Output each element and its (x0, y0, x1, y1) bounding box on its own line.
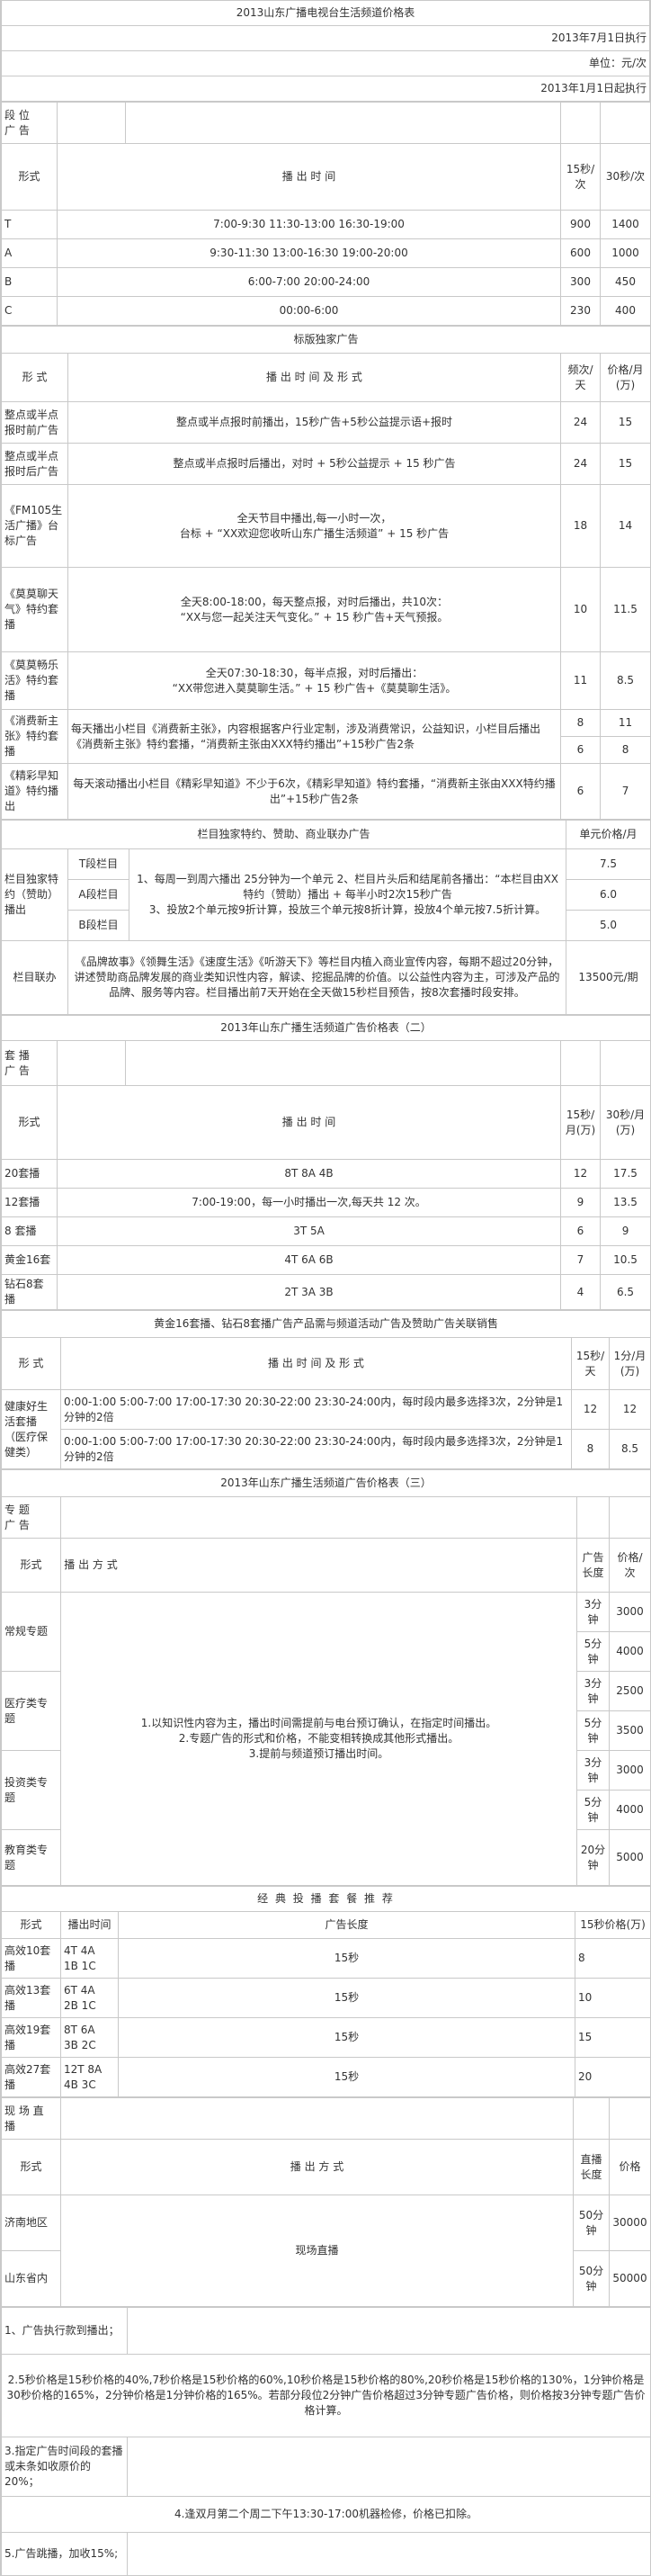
table-row: T 7:00-9:30 11:30-13:00 16:30-19:00 900 … (1, 210, 651, 239)
col-header-time: 播 出 时 间 及 形 式 (67, 353, 561, 402)
section-title-linked-sales: 黄金16套播、钻石8套播广告产品需与频道活动广告及赞助广告关联销售 (0, 1310, 651, 1338)
price-document: 2013山东广播电视台生活频道价格表 2013年7月1日执行 单位：元/次 20… (0, 0, 651, 2576)
special-topic-table: 2013年山东广播生活频道广告价格表（三） 专 题 广 告 形式 播 出 方 式… (0, 1469, 651, 1886)
col-header-30s-month: 30秒/月(万) (599, 1085, 651, 1160)
classic-package-table: 经 典 投 播 套 餐 推 荐 形式 播出时间 广告长度 15秒价格(万) 高效… (0, 1886, 651, 2097)
topic-corner-header: 专 题 广 告 (1, 1496, 61, 1539)
col-header-time: 播 出 时 间 (57, 1085, 561, 1160)
section-title-exclusive: 标版独家广告 (0, 326, 651, 354)
table-row: A 9:30-11:30 13:00-16:30 19:00-20:00 600… (1, 238, 651, 268)
table-row: 《FM105生活广播》台标广告 全天节目中播出,每一小时一次， 台标 + “XX… (1, 484, 651, 568)
col-header-price: 价格 (609, 2139, 651, 2195)
table-row: 钻石8套播 2T 3A 3B 4 6.5 (1, 1274, 651, 1310)
start-date: 2013年1月1日起执行 (1, 76, 650, 102)
sponsorship-table: 栏目独家特约、赞助、商业联办广告 单元价格/月 栏目独家特约（赞助）播出 T段栏… (0, 820, 651, 1015)
col-header-price: 价格/月(万) (599, 353, 651, 402)
package-price-table: 2013年山东广播生活频道广告价格表（二） 套 播 广 告 形式 播 出 时 间… (0, 1015, 651, 1310)
col-header-freq: 频次/天 (560, 353, 601, 402)
table-row: 《莫莫聊天气》特约套播 全天8:00-18:00，每天整点报，对时后播出，共10… (1, 567, 651, 652)
table-row: 高效10套播 4T 4A 1B 1C 15秒 8 (1, 1938, 651, 1979)
col-header-form: 形式 (1, 1085, 58, 1160)
live-broadcast-table: 现 场 直 播 形式 播 出 方 式 直播长度 价格 济南地区 现场直播 50分… (1, 2097, 651, 2307)
table-row: 0:00-1:00 5:00-7:00 17:00-17:30 20:30-22… (2, 1429, 651, 1469)
table-row: B 6:00-7:00 20:00-24:00 300 450 (1, 267, 651, 297)
col-header-15s-price: 15秒价格(万) (574, 1911, 651, 1939)
note-3: 3.指定广告时间段的套播或未条如收原价的20%； (1, 2437, 128, 2497)
col-header-15s: 15秒/次 (560, 143, 601, 211)
col-header-length: 广告长度 (576, 1538, 610, 1593)
exclusive-ad-table: 标版独家广告 形 式 播 出 时 间 及 形 式 频次/天 价格/月(万) 整点… (0, 326, 651, 820)
table-row: 常规专题 1.以知识性内容为主，播出时间需提前与电台预订确认，在指定时间播出。 … (1, 1592, 651, 1886)
unit-label: 单位：元/次 (1, 50, 650, 76)
col-header-time: 播 出 时 间 及 形 式 (60, 1337, 572, 1390)
col-header-form: 形式 (1, 2139, 61, 2195)
table-row: 《精彩早知道》特约播出 每天滚动播出小栏目《精彩早知道》不少于6次，《精彩早知道… (1, 763, 651, 820)
col-header-live-length: 直播长度 (573, 2139, 610, 2195)
col-header-15s-day: 15秒/天 (571, 1337, 610, 1390)
table-row: 12套播 7:00-19:00，每一小时播出一次,每天共 12 次。 9 13.… (1, 1188, 651, 1217)
col-header-15s-month: 15秒/月(万) (560, 1085, 601, 1160)
col-header-mode: 播 出 方 式 (60, 1538, 577, 1593)
col-header-form: 形式 (1, 1538, 61, 1593)
table-row: 栏目联办 《品牌故事》《领舞生活》《速度生活》《听游天下》等栏目内植入商业宣传内… (1, 940, 651, 1015)
col-header-1min-month: 1分/月(万) (608, 1337, 651, 1390)
col-header-form: 形式 (1, 1911, 61, 1939)
notes-table: 1、广告执行款到播出； 2.5秒价格是15秒价格的40%,7秒价格是15秒价格的… (1, 2307, 651, 2576)
col-header-form: 形 式 (1, 1337, 61, 1390)
table-row: 栏目独家特约（赞助）播出 T段栏目 1、每周一到周六播出 25分钟为一个单元 2… (1, 848, 651, 941)
col-header-form: 形式 (1, 143, 58, 211)
section-title-table-two: 2013年山东广播生活频道广告价格表（二） (0, 1015, 651, 1041)
col-header-30s: 30秒/次 (600, 143, 651, 211)
table-row: 整点或半点报时后广告 整点或半点报时后播出，对时 + 5秒公益提示 + 15 秒… (1, 443, 651, 485)
note-5: 5.广告跳播，加收15%; (1, 2532, 128, 2576)
table-row: 黄金16套 4T 6A 6B 7 10.5 (1, 1245, 651, 1275)
package-corner-header: 套 播 广 告 (1, 1040, 58, 1086)
section-title-sponsorship: 栏目独家特约、赞助、商业联办广告 (0, 820, 567, 849)
col-header-form: 形 式 (1, 353, 68, 402)
health-package-table: 黄金16套播、钻石8套播广告产品需与频道活动广告及赞助广告关联销售 形 式 播 … (0, 1310, 651, 1469)
table-row: 8 套播 3T 5A 6 9 (1, 1216, 651, 1246)
table-row: 高效19套播 8T 6A 3B 2C 15秒 15 (1, 2017, 651, 2058)
table-row: 《消费新主张》特约套播 每天播出小栏目《消费新主张》，内容根据客户行业定制，涉及… (1, 709, 651, 764)
table-row: 高效13套播 6T 4A 2B 1C 15秒 10 (1, 1978, 651, 2018)
col-header-length: 广告长度 (118, 1911, 575, 1939)
note-2: 2.5秒价格是15秒价格的40%,7秒价格是15秒价格的60%,10秒价格是15… (1, 2354, 651, 2437)
table-row: 高效27套播 12T 8A 4B 3C 15秒 20 (1, 2057, 651, 2097)
col-header-mode: 播 出 方 式 (60, 2139, 574, 2195)
col-header-time: 播 出 时 间 (57, 143, 561, 211)
document-title: 2013山东广播电视台生活频道价格表 (1, 0, 650, 26)
segment-price-table: 段 位 广 告 形式 播 出 时 间 15秒/次 30秒/次 T 7:00-9:… (1, 102, 651, 326)
col-header-unit-price: 单元价格/月 (566, 820, 651, 849)
table-row: C 00:00-6:00 230 400 (1, 296, 651, 326)
table-row: 《莫莫畅乐活》特约套播 全天07:30-18:30，每半点报，对时后播出： “X… (1, 651, 651, 710)
col-header-price-per: 价格/次 (608, 1538, 651, 1593)
table-row: 20套播 8T 8A 4B 12 17.5 (1, 1159, 651, 1189)
topic-rules: 1.以知识性内容为主，播出时间需提前与电台预订确认，在指定时间播出。 2.专题广… (60, 1592, 577, 1886)
header-table: 2013山东广播电视台生活频道价格表 2013年7月1日执行 单位：元/次 20… (1, 0, 650, 102)
table-row: 济南地区 现场直播 50分钟 30000 (1, 2195, 651, 2307)
note-1: 1、广告执行款到播出； (1, 2307, 128, 2355)
table-row: 整点或半点报时前广告 整点或半点报时前播出，15秒广告+5秒公益提示语+报时 2… (1, 401, 651, 444)
live-corner-header: 现 场 直 播 (1, 2097, 61, 2140)
table-row: 健康好生活套播（医疗保健类） 0:00-1:00 5:00-7:00 17:00… (1, 1389, 651, 1469)
note-4: 4.逢双月第二个周二下午13:30-17:00机器检修，价格已扣除。 (1, 2496, 651, 2533)
col-header-time: 播出时间 (60, 1911, 119, 1939)
section-title-table-three: 2013年山东广播生活频道广告价格表（三） (0, 1469, 651, 1497)
effective-date: 2013年7月1日执行 (1, 25, 650, 51)
section-title-classic: 经 典 投 播 套 餐 推 荐 (0, 1886, 651, 1912)
segment-corner-header: 段 位 广 告 (1, 102, 58, 144)
